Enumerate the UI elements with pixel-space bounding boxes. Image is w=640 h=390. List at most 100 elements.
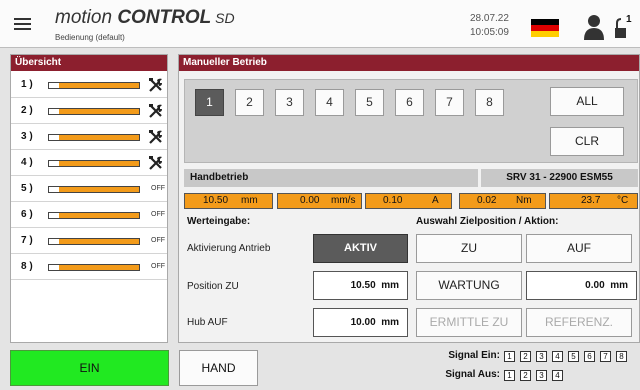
overview-row-bar xyxy=(48,82,140,89)
time-text: 10:05:09 xyxy=(470,27,509,38)
overview-row-label: 3 ) xyxy=(21,131,33,142)
overview-row-label: 1 ) xyxy=(21,79,33,90)
overview-row-label: 2 ) xyxy=(21,105,33,116)
target-title: Auswahl Zielposition / Aktion: xyxy=(416,216,559,227)
overview-row-bar xyxy=(48,160,140,167)
overview-row-label: 4 ) xyxy=(21,157,33,168)
overview-row-5[interactable]: 5 ) OFF xyxy=(11,176,167,202)
hub-auf-input[interactable]: 10.00 mm xyxy=(313,308,408,337)
hamburger-menu-icon[interactable] xyxy=(14,18,31,30)
date-text: 28.07.22 xyxy=(470,13,509,24)
overview-row-8[interactable]: 8 ) OFF xyxy=(11,254,167,280)
position-zu-input[interactable]: 10.50 mm xyxy=(313,271,408,300)
signal-in-indicator: 1 xyxy=(504,351,515,362)
referenz-button[interactable]: REFERENZ. xyxy=(526,308,632,337)
signal-in-label: Signal Ein: xyxy=(448,350,500,361)
axis-button-1[interactable]: 1 xyxy=(195,89,224,116)
signal-out-indicator: 3 xyxy=(536,370,547,381)
torque-readout: 0.02 Nm xyxy=(459,193,546,209)
axis-button-6[interactable]: 6 xyxy=(395,89,424,116)
overview-row-bar xyxy=(48,108,140,115)
signal-in-indicator: 2 xyxy=(520,351,531,362)
manual-panel: Manueller Betrieb 12345678 ALL CLR Handb… xyxy=(178,54,640,343)
speed-readout: 0.00 mm/s xyxy=(277,193,362,209)
user-icon[interactable] xyxy=(583,14,605,40)
zu-button[interactable]: ZU xyxy=(416,234,522,263)
overview-bar-fill xyxy=(59,161,139,166)
auf-button[interactable]: AUF xyxy=(526,234,632,263)
axis-button-8[interactable]: 8 xyxy=(475,89,504,116)
overview-row-off-status: OFF xyxy=(151,237,165,244)
overview-row-bar xyxy=(48,134,140,141)
overview-bar-fill xyxy=(59,239,139,244)
temperature-readout: 23.7 °C xyxy=(549,193,638,209)
datetime: 28.07.22 10:05:09 xyxy=(470,12,509,40)
aktiv-button[interactable]: AKTIV xyxy=(313,234,408,263)
overview-row-off-status: OFF xyxy=(151,185,165,192)
wartung-button[interactable]: WARTUNG xyxy=(416,271,522,300)
header-bar: motion CONTROL SD Bedienung (default) 28… xyxy=(0,0,640,48)
overview-row-2[interactable]: 2 ) xyxy=(11,98,167,124)
axis-selector: 12345678 ALL CLR xyxy=(184,79,638,163)
position-readout: 10.50 mm xyxy=(184,193,273,209)
overview-bar-fill xyxy=(59,213,139,218)
signal-out-indicator: 4 xyxy=(552,370,563,381)
activation-label: Aktivierung Antrieb xyxy=(187,243,271,254)
unlock-button[interactable]: 1 xyxy=(614,14,634,40)
tools-icon xyxy=(149,156,162,170)
signal-out-indicator: 1 xyxy=(504,370,515,381)
tools-icon xyxy=(149,130,162,144)
overview-row-bar xyxy=(48,264,140,271)
axis-button-7[interactable]: 7 xyxy=(435,89,464,116)
lock-level-badge: 1 xyxy=(626,14,632,25)
device-header: SRV 31 - 22900 ESM55 xyxy=(481,169,638,187)
signal-out-indicator: 2 xyxy=(520,370,531,381)
hub-auf-label: Hub AUF xyxy=(187,317,228,328)
overview-row-bar xyxy=(48,212,140,219)
manual-title: Manueller Betrieb xyxy=(179,55,639,71)
axis-button-4[interactable]: 4 xyxy=(315,89,344,116)
overview-row-1[interactable]: 1 ) xyxy=(11,72,167,98)
overview-row-label: 6 ) xyxy=(21,209,33,220)
axis-button-3[interactable]: 3 xyxy=(275,89,304,116)
ein-button[interactable]: EIN xyxy=(10,350,169,386)
overview-panel: Übersicht 1 ) 2 ) 3 ) 4 ) 5 ) OFF 6 ) OFF 7 ) OFF… xyxy=(10,54,168,343)
position-zu-label: Position ZU xyxy=(187,281,239,292)
app-logo: motion CONTROL SD xyxy=(55,7,235,28)
overview-bar-fill xyxy=(59,109,139,114)
overview-row-label: 8 ) xyxy=(21,261,33,272)
axis-button-5[interactable]: 5 xyxy=(355,89,384,116)
overview-row-7[interactable]: 7 ) OFF xyxy=(11,228,167,254)
signal-in-indicator: 5 xyxy=(568,351,579,362)
overview-row-off-status: OFF xyxy=(151,211,165,218)
overview-row-label: 7 ) xyxy=(21,235,33,246)
clr-button[interactable]: CLR xyxy=(550,127,624,156)
overview-row-6[interactable]: 6 ) OFF xyxy=(11,202,167,228)
hand-button[interactable]: HAND xyxy=(179,350,258,386)
mode-header: Handbetrieb xyxy=(184,169,478,187)
overview-bar-fill xyxy=(59,187,139,192)
signal-in-indicator: 3 xyxy=(536,351,547,362)
input-title: Werteingabe: xyxy=(187,216,251,227)
axis-button-2[interactable]: 2 xyxy=(235,89,264,116)
signal-in-indicator: 7 xyxy=(600,351,611,362)
all-button[interactable]: ALL xyxy=(550,87,624,116)
signal-in-indicator: 4 xyxy=(552,351,563,362)
overview-bar-fill xyxy=(59,265,139,270)
signal-in-indicator: 8 xyxy=(616,351,627,362)
overview-title: Übersicht xyxy=(11,55,167,71)
tools-icon xyxy=(149,78,162,92)
overview-row-3[interactable]: 3 ) xyxy=(11,124,167,150)
signal-out-label: Signal Aus: xyxy=(445,369,500,380)
overview-bar-fill xyxy=(59,135,139,140)
wartung-input[interactable]: 0.00 mm xyxy=(526,271,637,300)
current-readout: 0.10 A xyxy=(365,193,452,209)
overview-row-bar xyxy=(48,238,140,245)
signal-in-indicator: 6 xyxy=(584,351,595,362)
overview-bar-fill xyxy=(59,83,139,88)
overview-row-4[interactable]: 4 ) xyxy=(11,150,167,176)
tools-icon xyxy=(149,104,162,118)
germany-flag-icon[interactable] xyxy=(531,19,559,37)
ermittle-zu-button[interactable]: ERMITTLE ZU xyxy=(416,308,522,337)
overview-row-bar xyxy=(48,186,140,193)
